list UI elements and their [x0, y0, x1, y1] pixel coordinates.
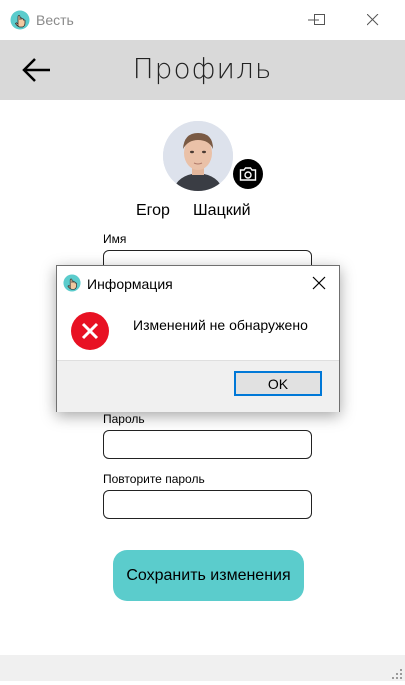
dialog-titlebar[interactable]: Информация: [57, 266, 339, 300]
password-repeat-label: Повторите пароль: [103, 472, 205, 486]
dialog-close-button[interactable]: [299, 266, 339, 300]
profile-header: Профиль: [0, 40, 405, 100]
info-dialog: Информация Изменений не обнаружено OK: [56, 265, 340, 412]
window-title: Весть: [36, 12, 74, 28]
close-icon: [312, 276, 326, 290]
hand-icon: [10, 10, 30, 30]
dialog-title: Информация: [87, 276, 173, 292]
first-name: Егор: [136, 202, 170, 219]
camera-icon: [239, 167, 257, 181]
avatar: [163, 121, 233, 191]
window-titlebar[interactable]: Весть: [0, 0, 405, 41]
status-bar: [0, 655, 405, 681]
password-field[interactable]: [103, 430, 312, 459]
error-icon: [71, 312, 109, 350]
app-window: Весть Профиль Егор Шацкий Имя Пароль Пов…: [0, 0, 405, 681]
dialog-message: Изменений не обнаружено: [133, 317, 308, 333]
close-icon: [367, 14, 379, 26]
last-name: Шацкий: [193, 202, 251, 219]
page-title: Профиль: [132, 52, 273, 85]
window-close-button[interactable]: [350, 0, 396, 40]
password-repeat-field[interactable]: [103, 490, 312, 519]
name-label: Имя: [103, 232, 127, 246]
password-label: Пароль: [103, 412, 145, 426]
maximize-icon: [314, 14, 325, 25]
change-photo-button[interactable]: [233, 159, 263, 189]
maximize-button-area[interactable]: [297, 0, 343, 40]
save-changes-button[interactable]: Сохранить изменения: [113, 550, 304, 601]
dialog-footer: OK: [57, 360, 339, 412]
resize-grip-icon[interactable]: [391, 667, 403, 679]
hand-icon: [63, 274, 81, 292]
ok-button[interactable]: OK: [234, 371, 322, 396]
